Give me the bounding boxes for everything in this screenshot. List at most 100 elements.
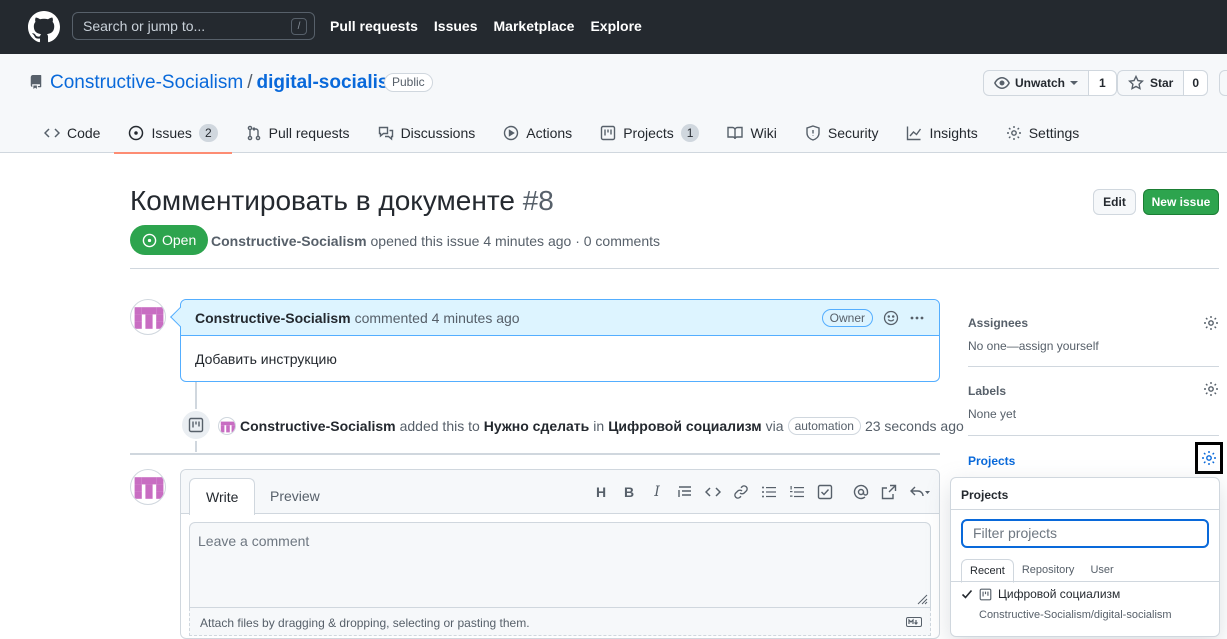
tab-insights-label: Insights	[929, 124, 978, 141]
new-issue-button[interactable]: New issue	[1143, 189, 1219, 215]
tab-repository[interactable]: Repository	[1014, 559, 1083, 583]
tab-write[interactable]: Write	[189, 478, 256, 515]
tab-pull-requests[interactable]: Pull requests	[232, 112, 364, 153]
composer-header: Write Preview H B I	[181, 470, 939, 515]
event-timestamp[interactable]: 23 seconds ago	[865, 418, 964, 434]
gear-icon	[1202, 451, 1216, 465]
filter-projects-input[interactable]: Filter projects	[961, 519, 1209, 548]
nav-pull-requests[interactable]: Pull requests	[330, 18, 418, 34]
bold-icon[interactable]: B	[621, 484, 637, 500]
markdown-icon	[906, 617, 922, 627]
repo-icon	[30, 75, 42, 89]
issue-title-text: Комментировать в документе	[130, 185, 515, 216]
event-actor-link[interactable]: Constructive-Socialism	[240, 418, 396, 434]
assignees-heading: Assignees	[968, 316, 1029, 330]
cross-reference-icon[interactable]	[881, 484, 897, 500]
project-option-name: Цифровой социализм	[998, 587, 1121, 601]
event-column: Нужно сделать	[483, 418, 590, 434]
avatar[interactable]	[218, 417, 236, 435]
gear-icon	[1006, 125, 1021, 140]
mention-icon[interactable]	[853, 484, 869, 500]
caret-down-icon	[1070, 81, 1079, 85]
identicon-icon	[134, 307, 164, 329]
tab-preview[interactable]: Preview	[254, 478, 336, 515]
star-label: Star	[1150, 76, 1174, 90]
tab-issues[interactable]: Issues 2	[114, 112, 232, 154]
github-logo-icon[interactable]	[28, 11, 60, 43]
event-project-link[interactable]: Цифровой социализм	[608, 418, 761, 434]
pull-request-icon	[247, 125, 260, 140]
projects-heading[interactable]: Projects	[968, 454, 1015, 468]
discussion-icon	[378, 126, 393, 140]
assignees-gear-icon[interactable]	[1203, 315, 1219, 331]
play-icon	[504, 125, 519, 140]
check-icon	[961, 589, 973, 599]
heading-icon[interactable]: H	[593, 484, 609, 500]
star-button[interactable]: Star	[1118, 71, 1183, 95]
nav-marketplace[interactable]: Marketplace	[494, 18, 575, 34]
issue-author-link[interactable]: Constructive-Socialism	[211, 233, 367, 249]
tab-pull-requests-label: Pull requests	[268, 124, 350, 141]
comment-timestamp[interactable]: commented 4 minutes ago	[355, 310, 520, 326]
repo-separator: /	[247, 72, 253, 93]
tab-insights[interactable]: Insights	[892, 112, 991, 153]
repo-owner-link[interactable]: Constructive-Socialism	[50, 72, 243, 93]
attach-text: Attach files by dragging & dropping, sel…	[200, 616, 530, 630]
tab-settings[interactable]: Settings	[992, 112, 1094, 153]
issue-state-label: Open	[162, 232, 197, 248]
tab-discussions[interactable]: Discussions	[364, 112, 490, 153]
comment-body: Добавить инструкцию	[195, 351, 337, 367]
code-icon[interactable]	[705, 484, 721, 500]
attach-files-hint[interactable]: Attach files by dragging & dropping, sel…	[189, 608, 931, 636]
tab-security-label: Security	[827, 124, 879, 141]
labels-gear-icon[interactable]	[1203, 381, 1219, 397]
star-count[interactable]: 0	[1183, 71, 1208, 95]
watch-count[interactable]: 1	[1088, 71, 1116, 95]
avatar[interactable]	[130, 299, 166, 335]
project-option[interactable]: Цифровой социализм	[961, 587, 1120, 601]
task-list-icon[interactable]	[817, 484, 833, 500]
assign-yourself-link[interactable]: No one—assign yourself	[968, 339, 1099, 353]
repo-tabs: Code Issues 2 Pull requests Discussions …	[30, 112, 1094, 154]
popover-tabs: Recent Repository User	[961, 559, 1122, 583]
unordered-list-icon[interactable]	[761, 484, 777, 500]
ordered-list-icon[interactable]	[789, 484, 805, 500]
kebab-horizontal-icon[interactable]	[909, 310, 925, 326]
project-icon	[979, 588, 992, 600]
nav-issues[interactable]: Issues	[434, 18, 478, 34]
avatar[interactable]	[130, 469, 166, 505]
comment-textarea[interactable]: Leave a comment	[189, 522, 931, 608]
edit-button[interactable]: Edit	[1093, 189, 1136, 215]
projects-gear-button[interactable]	[1195, 442, 1223, 474]
unwatch-button[interactable]: Unwatch	[984, 71, 1088, 95]
issue-state-badge: Open	[130, 225, 209, 255]
repo-title: Constructive-Socialism / digital-socialism	[50, 72, 405, 94]
fork-button[interactable]	[1219, 70, 1227, 96]
nav-explore[interactable]: Explore	[590, 18, 641, 34]
link-icon[interactable]	[733, 484, 749, 500]
tab-wiki[interactable]: Wiki	[713, 112, 790, 153]
tab-recent[interactable]: Recent	[961, 559, 1014, 583]
reply-icon[interactable]	[909, 484, 931, 500]
comment-author-link[interactable]: Constructive-Socialism	[195, 310, 351, 326]
issues-counter: 2	[198, 123, 218, 142]
global-search-input[interactable]: Search or jump to... /	[72, 12, 315, 40]
issue-icon	[129, 125, 144, 140]
tab-projects-label: Projects	[623, 124, 674, 141]
tab-user[interactable]: User	[1082, 559, 1121, 583]
labels-value: None yet	[968, 407, 1017, 421]
tab-security[interactable]: Security	[791, 112, 893, 153]
project-icon	[600, 125, 616, 140]
quote-icon[interactable]	[677, 484, 693, 500]
smiley-icon[interactable]	[883, 310, 899, 326]
star-button-group: Star 0	[1117, 70, 1209, 96]
slash-shortcut-hint: /	[291, 18, 307, 35]
italic-icon[interactable]: I	[649, 484, 665, 500]
tab-code[interactable]: Code	[30, 112, 114, 153]
tab-actions[interactable]: Actions	[489, 112, 586, 153]
resize-handle-icon[interactable]	[914, 591, 928, 605]
tab-projects[interactable]: Projects 1	[586, 112, 713, 153]
event-text-3: via	[765, 418, 784, 434]
unwatch-label: Unwatch	[1015, 76, 1066, 90]
book-icon	[727, 126, 744, 139]
